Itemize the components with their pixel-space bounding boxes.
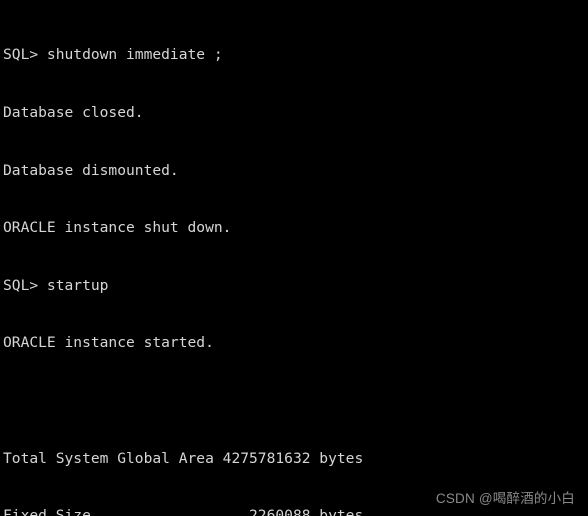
- terminal-output: SQL> shutdown immediate ; Database close…: [3, 7, 588, 516]
- terminal-line: Database closed.: [3, 104, 144, 121]
- terminal-line: Database dismounted.: [3, 161, 179, 179]
- terminal-line: SQL> startup: [3, 276, 109, 294]
- terminal-line: Total System Global Area 4275781632 byte…: [3, 449, 364, 467]
- terminal-line: ORACLE instance started.: [3, 334, 214, 352]
- watermark: CSDN @喝醉酒的小白: [435, 491, 575, 506]
- terminal-line: SQL> shutdown immediate ;: [3, 46, 223, 64]
- terminal-line: ORACLE instance shut down.: [3, 219, 232, 237]
- terminal-line: Fixed Size 2260088 bytes: [3, 507, 364, 516]
- terminal-window[interactable]: SQL> shutdown immediate ; Database close…: [0, 0, 588, 516]
